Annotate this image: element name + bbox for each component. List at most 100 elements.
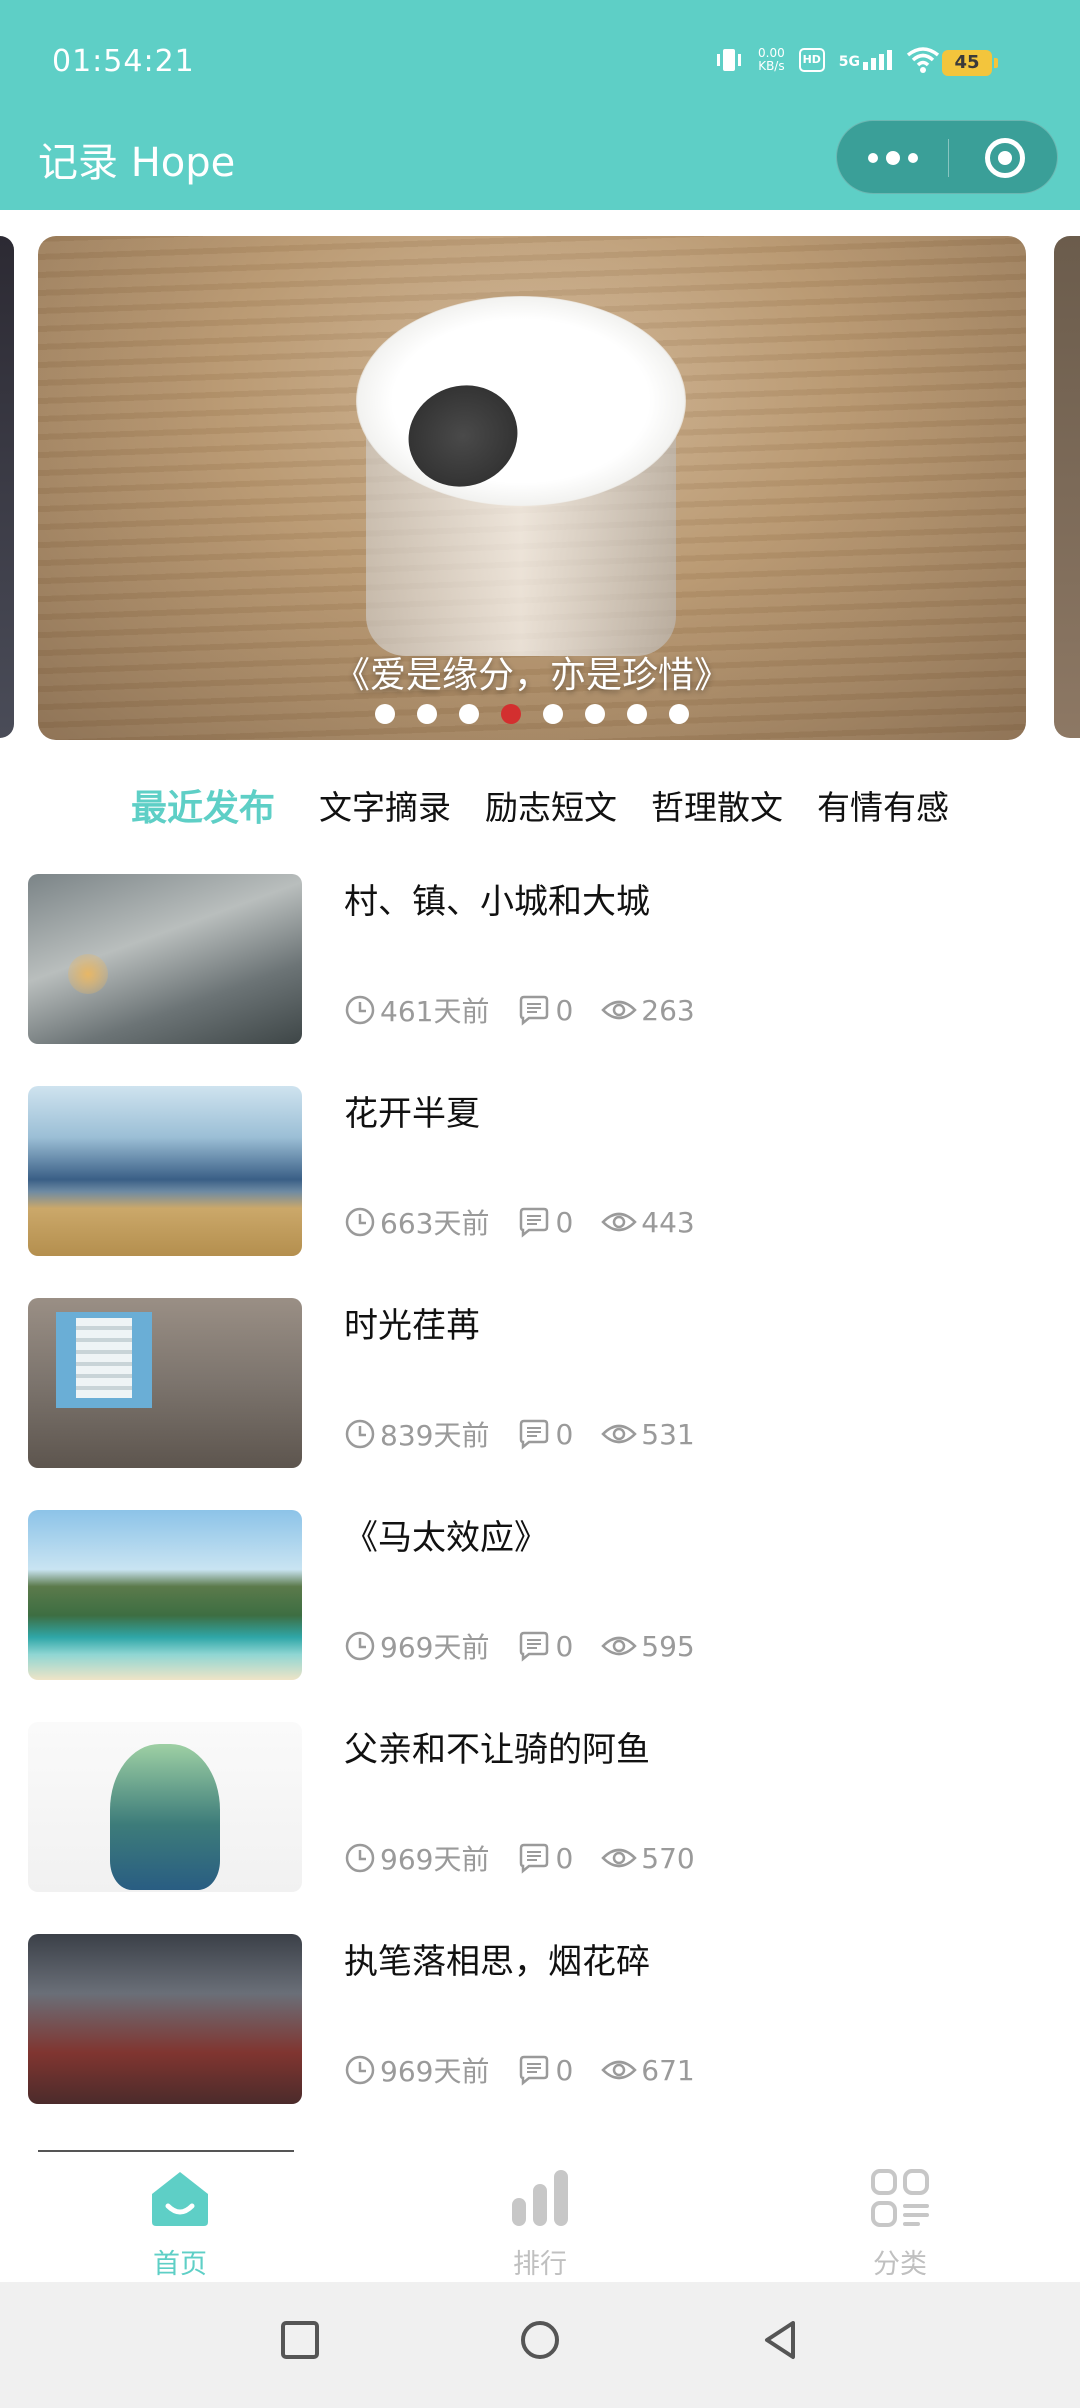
- bar-chart-icon: [512, 2170, 568, 2226]
- carousel-dot[interactable]: [459, 704, 479, 724]
- tab-inspirational[interactable]: 励志短文: [485, 781, 617, 829]
- grid-icon: [871, 2169, 929, 2227]
- article-title: 执笔落相思，烟花碎: [344, 1942, 650, 1982]
- milk-splash-image: [356, 296, 686, 506]
- tab-home[interactable]: 首页: [100, 2168, 260, 2280]
- miniprogram-capsule: [836, 120, 1058, 194]
- article-time: 969天前: [380, 1843, 490, 1876]
- close-miniprogram-button[interactable]: [985, 138, 1025, 178]
- article-time: 839天前: [380, 1419, 490, 1452]
- carousel-indicator: [38, 704, 1026, 724]
- clock-icon: [345, 1843, 375, 1873]
- article-views: 595: [641, 1629, 695, 1663]
- signal-bars-icon: [863, 50, 892, 70]
- comment-icon: [520, 995, 549, 1026]
- article-thumbnail: [28, 1722, 302, 1892]
- tab-category-label: 分类: [873, 2249, 927, 2280]
- article-time: 461天前: [380, 995, 490, 1028]
- home-button-icon[interactable]: [520, 2320, 560, 2360]
- article-time: 663天前: [380, 1207, 490, 1240]
- wifi-icon: [906, 47, 940, 73]
- article-thumbnail: [28, 874, 302, 1044]
- article-comments: 0: [555, 1205, 574, 1239]
- signal-indicator: 5G: [839, 50, 892, 70]
- comment-icon: [520, 1419, 549, 1450]
- article-item[interactable]: 时光荏苒 839天前 0 531: [0, 1296, 1080, 1468]
- capsule-divider: [948, 139, 949, 177]
- article-item[interactable]: 《马太效应》 969天前 0 595: [0, 1508, 1080, 1680]
- status-icons: 0.00 KB/s HD 5G: [714, 40, 940, 80]
- tab-excerpts[interactable]: 文字摘录: [319, 781, 451, 829]
- article-meta: 663天前 0 443: [344, 1202, 723, 1242]
- banner-prev-slide[interactable]: [0, 236, 14, 738]
- article-views: 671: [641, 2053, 695, 2087]
- banner-carousel[interactable]: 《爱是缘分，亦是珍惜》: [0, 232, 1080, 742]
- article-item[interactable]: 执笔落相思，烟花碎 969天前 0 671: [0, 1932, 1080, 2104]
- article-item[interactable]: 父亲和不让骑的阿鱼 969天前 0 570: [0, 1720, 1080, 1892]
- eye-icon: [601, 1848, 638, 1868]
- tab-ranking-label: 排行: [513, 2249, 567, 2280]
- system-nav-bar: [0, 2282, 1080, 2408]
- carousel-dot[interactable]: [375, 704, 395, 724]
- article-title: 《马太效应》: [344, 1518, 548, 1558]
- tab-ranking[interactable]: 排行: [460, 2168, 620, 2280]
- more-button[interactable]: [837, 121, 948, 195]
- article-comments: 0: [555, 1629, 574, 1663]
- network-type: 5G: [838, 54, 860, 70]
- page-title: 记录 Hope: [38, 140, 236, 186]
- carousel-dot[interactable]: [585, 704, 605, 724]
- category-tabs: 最近发布 文字摘录 励志短文 哲理散文 有情有感: [0, 770, 1080, 840]
- carousel-dot[interactable]: [417, 704, 437, 724]
- eye-icon: [601, 2060, 638, 2080]
- banner-next-slide[interactable]: [1054, 236, 1080, 738]
- recent-apps-icon[interactable]: [280, 2320, 320, 2360]
- article-time: 969天前: [380, 1631, 490, 1664]
- article-thumbnail: [28, 1086, 302, 1256]
- article-item[interactable]: 花开半夏 663天前 0 443: [0, 1084, 1080, 1256]
- comment-icon: [520, 1631, 549, 1662]
- article-thumbnail: [28, 1934, 302, 2104]
- home-icon: [152, 2172, 208, 2226]
- article-title: 父亲和不让骑的阿鱼: [344, 1730, 650, 1770]
- article-time: 969天前: [380, 2055, 490, 2088]
- hd-badge: HD: [798, 48, 825, 72]
- clock-icon: [345, 1207, 375, 1237]
- banner-caption: 《爱是缘分，亦是珍惜》: [333, 655, 730, 696]
- eye-icon: [601, 1636, 638, 1656]
- status-bar: 01:54:21 0.00 KB/s HD 5G 45: [0, 0, 1080, 120]
- article-thumbnail: [28, 1298, 302, 1468]
- tab-feelings[interactable]: 有情有感: [817, 781, 949, 829]
- article-views: 531: [641, 1417, 695, 1451]
- status-time: 01:54:21: [52, 44, 195, 79]
- article-comments: 0: [555, 1417, 574, 1451]
- article-title: 时光荏苒: [344, 1306, 480, 1346]
- article-meta: 969天前 0 570: [344, 1838, 723, 1878]
- eye-icon: [601, 1424, 638, 1444]
- tab-category[interactable]: 分类: [820, 2168, 980, 2280]
- comment-icon: [520, 2055, 549, 2086]
- article-meta: 969天前 0 671: [344, 2050, 723, 2090]
- article-thumbnail: [28, 1510, 302, 1680]
- bottom-tab-bar: 首页 排行 分类: [0, 2154, 1080, 2282]
- eye-icon: [601, 1212, 638, 1232]
- article-meta: 461天前 0 263: [344, 990, 723, 1030]
- banner-slide[interactable]: 《爱是缘分，亦是珍惜》: [38, 236, 1026, 740]
- network-speed-unit: KB/s: [758, 59, 785, 73]
- tab-recent[interactable]: 最近发布: [131, 779, 275, 831]
- article-comments: 0: [555, 1841, 574, 1875]
- clock-icon: [345, 1419, 375, 1449]
- article-views: 263: [641, 993, 695, 1027]
- battery-indicator: 45: [942, 50, 998, 76]
- back-icon[interactable]: [760, 2320, 800, 2360]
- network-speed: 0.00 KB/s: [758, 47, 785, 73]
- article-comments: 0: [555, 993, 574, 1027]
- carousel-dot[interactable]: [627, 704, 647, 724]
- tab-philosophy[interactable]: 哲理散文: [651, 781, 783, 829]
- eye-icon: [601, 1000, 638, 1020]
- article-item[interactable]: 村、镇、小城和大城 461天前 0 263: [0, 872, 1080, 1044]
- carousel-dot[interactable]: [543, 704, 563, 724]
- top-header: 01:54:21 0.00 KB/s HD 5G 45 记录 Hope: [0, 0, 1080, 210]
- carousel-dot[interactable]: [669, 704, 689, 724]
- carousel-dot-active[interactable]: [501, 704, 521, 724]
- article-title: 村、镇、小城和大城: [344, 882, 650, 922]
